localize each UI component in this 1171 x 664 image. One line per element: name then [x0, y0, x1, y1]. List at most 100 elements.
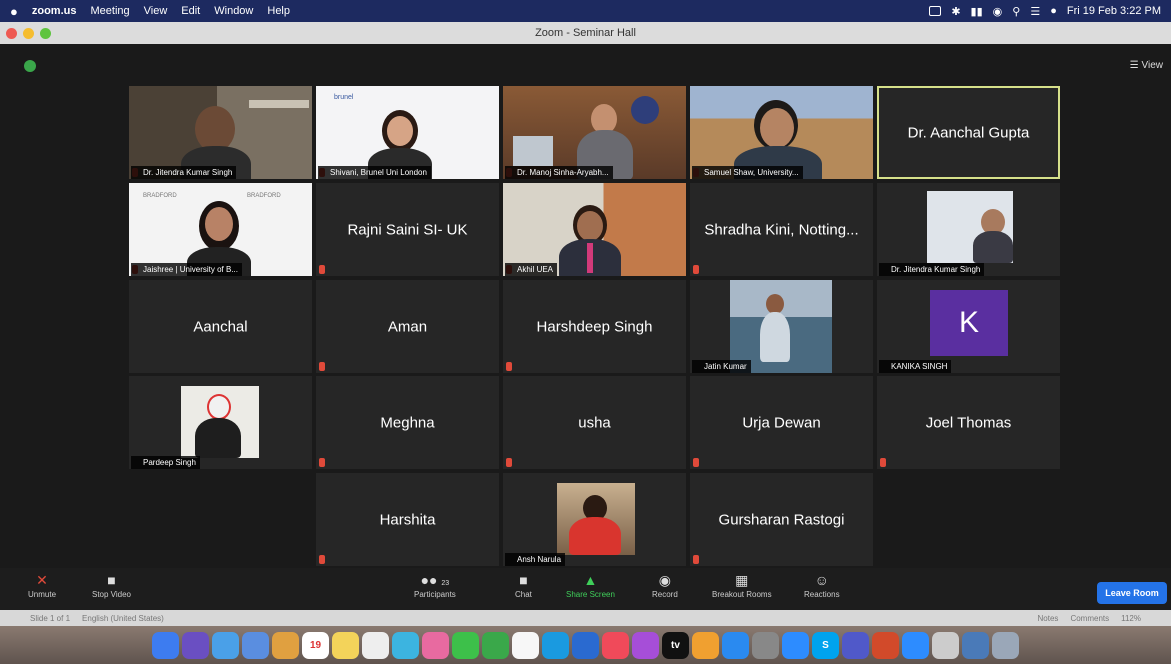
record-button[interactable]: ◉ Record	[652, 572, 678, 599]
comments-button[interactable]: Comments	[1070, 614, 1109, 623]
app-store-icon[interactable]	[722, 631, 749, 659]
control-center-icon[interactable]: ☰	[1030, 5, 1040, 18]
participant-tile[interactable]: Harshdeep Singh	[503, 280, 686, 373]
backdrop-logo: BRADFORD	[247, 193, 281, 199]
downloads-folder-icon[interactable]	[962, 631, 989, 659]
apple-tv-icon[interactable]: tv	[662, 631, 689, 659]
participant-tile[interactable]: K KANIKA SINGH	[877, 280, 1060, 373]
teams-icon[interactable]	[842, 631, 869, 659]
participant-tile[interactable]: Joel Thomas	[877, 376, 1060, 469]
menu-window[interactable]: Window	[214, 5, 253, 17]
view-button[interactable]: ☰ View	[1130, 60, 1163, 71]
wifi-icon[interactable]: ◉	[993, 5, 1003, 18]
safari-icon[interactable]	[212, 631, 239, 659]
zoom-status-icon[interactable]	[929, 6, 942, 16]
notes-icon[interactable]	[332, 631, 359, 659]
search-icon[interactable]: ⚲	[1012, 5, 1020, 18]
muted-mic-icon	[319, 265, 325, 274]
participant-name: Akhil UEA	[505, 263, 558, 276]
participant-tile-active-speaker[interactable]: Dr. Aanchal Gupta	[877, 86, 1060, 179]
maps-icon[interactable]	[392, 631, 419, 659]
facetime-icon[interactable]	[482, 631, 509, 659]
podcasts-icon[interactable]	[632, 631, 659, 659]
menu-view[interactable]: View	[144, 5, 168, 17]
share-screen-button[interactable]: ▲ Share Screen	[566, 572, 615, 599]
launchpad-icon[interactable]	[182, 631, 209, 659]
participant-tile[interactable]: usha	[503, 376, 686, 469]
participant-tile[interactable]: Dr. Jitendra Kumar Singh	[129, 86, 312, 179]
participant-tile[interactable]: Samuel Shaw, University...	[690, 86, 873, 179]
window-title: Zoom - Seminar Hall	[535, 27, 636, 39]
participant-tile[interactable]: Urja Dewan	[690, 376, 873, 469]
system-preferences-icon[interactable]	[752, 631, 779, 659]
chat-button[interactable]: ■ Chat	[515, 572, 532, 599]
participant-name: Meghna	[380, 414, 435, 431]
participant-tile[interactable]: BRADFORD BRADFORD Jaishree | University …	[129, 183, 312, 276]
breakout-rooms-button[interactable]: ▦ Breakout Rooms	[712, 572, 772, 599]
participant-name: Dr. Jitendra Kumar Singh	[879, 263, 985, 276]
calendar-icon[interactable]: 19	[302, 631, 329, 659]
reactions-button[interactable]: ☺ Reactions	[804, 572, 840, 599]
participant-name: Dr. Jitendra Kumar Singh	[131, 166, 237, 179]
participant-tile[interactable]: Dr. Manoj Sinha-Aryabh...	[503, 86, 686, 179]
zoom-icon[interactable]	[782, 631, 809, 659]
muted-mic-icon	[693, 458, 699, 467]
participant-name: Shradha Kini, Notting...	[704, 221, 859, 238]
apple-icon[interactable]: ●	[10, 4, 18, 19]
menu-app-name[interactable]: zoom.us	[32, 5, 77, 17]
pages-icon[interactable]	[572, 631, 599, 659]
encryption-shield-icon[interactable]	[24, 60, 36, 72]
participant-tile[interactable]: Pardeep Singh	[129, 376, 312, 469]
unmute-button[interactable]: ✕ Unmute	[28, 572, 56, 599]
participant-tile[interactable]: Ansh Narula	[503, 473, 686, 566]
freeform-icon[interactable]	[512, 631, 539, 659]
participant-tile[interactable]: Akhil UEA	[503, 183, 686, 276]
music-icon[interactable]	[602, 631, 629, 659]
participant-tile[interactable]: Aman	[316, 280, 499, 373]
participant-tile[interactable]: Dr. Jitendra Kumar Singh	[877, 183, 1060, 276]
gallery-view: ☰ View Dr. Jitendra Kumar Singh brunel S…	[0, 44, 1171, 568]
keynote-icon[interactable]	[542, 631, 569, 659]
books-icon[interactable]	[692, 631, 719, 659]
menu-edit[interactable]: Edit	[181, 5, 200, 17]
contacts-icon[interactable]	[272, 631, 299, 659]
muted-mic-icon: ✕	[36, 572, 48, 588]
reminders-icon[interactable]	[362, 631, 389, 659]
share-screen-icon: ▲	[583, 572, 598, 588]
participant-tile[interactable]: Jatin Kumar	[690, 280, 873, 373]
participant-name: Ansh Narula	[505, 553, 566, 566]
participant-tile[interactable]: Gursharan Rastogi	[690, 473, 873, 566]
trash-icon[interactable]	[992, 631, 1019, 659]
participant-tile[interactable]: Harshita	[316, 473, 499, 566]
stop-video-button[interactable]: ■ Stop Video	[92, 572, 131, 599]
participant-tile[interactable]: brunel Shivani, Brunel Uni London	[316, 86, 499, 179]
participant-tile[interactable]: Aanchal	[129, 280, 312, 373]
language-indicator[interactable]: English (United States)	[82, 614, 164, 623]
zoom-meeting-icon[interactable]	[902, 631, 929, 659]
breakout-rooms-label: Breakout Rooms	[712, 590, 772, 599]
messages-icon[interactable]	[452, 631, 479, 659]
finder-icon[interactable]	[152, 631, 179, 659]
participant-tile[interactable]: Meghna	[316, 376, 499, 469]
siri-icon[interactable]: ●	[1050, 5, 1057, 17]
menu-meeting[interactable]: Meeting	[90, 5, 129, 17]
powerpoint-icon[interactable]	[872, 631, 899, 659]
bluetooth-icon[interactable]: ✱	[951, 5, 960, 18]
photos-icon[interactable]	[422, 631, 449, 659]
participant-tile[interactable]: Rajni Saini SI- UK	[316, 183, 499, 276]
leave-room-button[interactable]: Leave Room	[1097, 582, 1167, 604]
muted-mic-icon	[319, 458, 325, 467]
muted-mic-icon	[319, 362, 325, 371]
participant-tile[interactable]: Shradha Kini, Notting...	[690, 183, 873, 276]
battery-icon[interactable]: ▮▮	[971, 5, 983, 18]
muted-mic-icon	[319, 555, 325, 564]
menu-help[interactable]: Help	[267, 5, 290, 17]
preview-icon[interactable]	[932, 631, 959, 659]
clock[interactable]: Fri 19 Feb 3:22 PM	[1067, 5, 1161, 17]
skype-icon[interactable]: S	[812, 631, 839, 659]
participants-button[interactable]: ●● 23 Participants	[414, 572, 456, 599]
zoom-level[interactable]: 112%	[1121, 614, 1141, 623]
notes-button[interactable]: Notes	[1038, 614, 1059, 623]
participant-name: Urja Dewan	[742, 414, 821, 431]
mail-icon[interactable]	[242, 631, 269, 659]
